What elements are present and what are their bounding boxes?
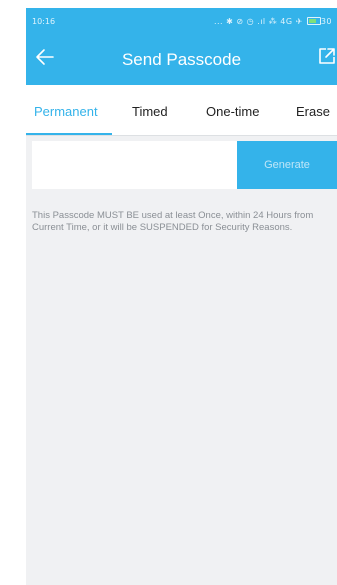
passcode-notice: This Passcode MUST BE used at least Once… [32,210,314,233]
app-bar: 10:16 ... ✱ ⊘ ◷ .ıl ⁂ 4G ✈ 30 Send Passc… [26,8,337,85]
tab-permanent[interactable]: Permanent [34,104,98,119]
battery-level: 30 [320,17,332,26]
share-external-icon[interactable] [317,46,337,66]
tab-erase[interactable]: Erase [296,104,330,119]
status-indicators: ... ✱ ⊘ ◷ .ıl ⁂ 4G ✈ [213,17,303,26]
status-icons: ... ✱ ⊘ ◷ .ıl ⁂ 4G ✈ 30 [214,17,332,26]
phone-screen: 10:16 ... ✱ ⊘ ◷ .ıl ⁂ 4G ✈ 30 Send Passc… [26,8,337,585]
passcode-input[interactable] [32,141,237,189]
generate-button[interactable]: Generate [237,141,337,189]
battery-icon [306,17,321,25]
tab-one-time[interactable]: One-time [206,104,259,119]
tab-timed[interactable]: Timed [132,104,168,119]
status-time: 10:16 [32,17,56,26]
tab-divider [26,135,337,136]
page-title: Send Passcode [121,50,242,69]
status-bar: 10:16 ... ✱ ⊘ ◷ .ıl ⁂ 4G ✈ 30 [26,8,337,30]
tab-bar: Permanent Timed One-time Erase [26,85,337,136]
passcode-row: Generate [32,141,337,189]
